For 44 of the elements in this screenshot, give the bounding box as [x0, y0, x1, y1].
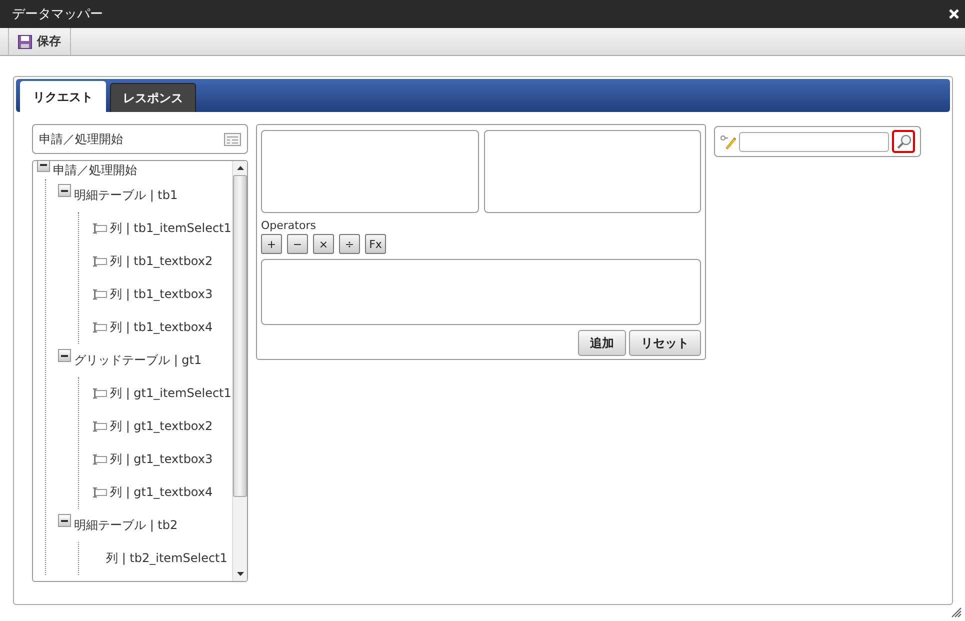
scroll-up-icon[interactable] — [236, 166, 244, 170]
collapse-icon[interactable] — [58, 184, 71, 197]
tree-item[interactable]: 列 | tb1_itemSelect1 — [110, 220, 232, 237]
tree-item[interactable]: グリッドテーブル | gt1 — [74, 352, 202, 369]
tree-item[interactable]: 列 | tb1_textbox2 — [110, 253, 213, 270]
close-icon[interactable] — [949, 9, 959, 19]
expression-field[interactable] — [261, 259, 701, 325]
action-button[interactable]: 追加 — [578, 330, 626, 356]
operator-button[interactable]: ÷ — [339, 234, 360, 254]
tree-item[interactable]: 列 | gt1_textbox3 — [110, 451, 213, 468]
tree-item[interactable]: 明細テーブル | tb2 — [74, 517, 178, 534]
save-button[interactable]: 保存 — [8, 28, 71, 55]
operator-button[interactable]: Fx — [365, 234, 386, 254]
scrollbar[interactable] — [232, 161, 247, 581]
input-field[interactable] — [484, 130, 701, 213]
tree-item[interactable]: 列 | gt1_textbox4 — [110, 484, 213, 501]
tree-item[interactable]: 列 | gt1_itemSelect1 — [110, 385, 232, 402]
search-field[interactable] — [739, 132, 889, 152]
action-button[interactable]: リセット — [629, 330, 701, 356]
resize-grip-icon[interactable] — [951, 607, 962, 618]
key-pencil-icon — [720, 134, 736, 150]
operator-button[interactable]: − — [287, 234, 308, 254]
collapse-icon[interactable] — [58, 349, 71, 362]
operator-button[interactable]: + — [261, 234, 282, 254]
source-selector[interactable]: 申請／処理開始 — [32, 124, 248, 154]
tree-item[interactable]: 列 | tb1_textbox4 — [110, 319, 213, 336]
tree-item[interactable]: 申請／処理開始 — [53, 162, 137, 178]
operator-button[interactable]: × — [313, 234, 334, 254]
window-title: データマッパー — [12, 6, 103, 23]
tree-item[interactable]: 列 | tb1_textbox3 — [110, 286, 213, 303]
source-title: 申請／処理開始 — [39, 130, 123, 148]
search-button[interactable] — [892, 130, 915, 153]
tab[interactable]: レスポンス — [110, 83, 196, 112]
tree-item[interactable]: 明細テーブル | tb1 — [74, 187, 178, 204]
tree-item[interactable]: 列 | gt1_textbox2 — [110, 418, 213, 435]
operators-label: Operators — [261, 219, 317, 232]
tree-item[interactable]: 列 | tb2_itemSelect1 — [106, 550, 228, 567]
collapse-icon[interactable] — [37, 161, 50, 172]
list-icon[interactable] — [224, 132, 241, 146]
scroll-down-icon[interactable] — [236, 572, 244, 576]
input-field[interactable] — [261, 130, 478, 213]
search-icon — [896, 134, 912, 150]
collapse-icon[interactable] — [58, 514, 71, 527]
tab[interactable]: リクエスト — [20, 81, 106, 112]
